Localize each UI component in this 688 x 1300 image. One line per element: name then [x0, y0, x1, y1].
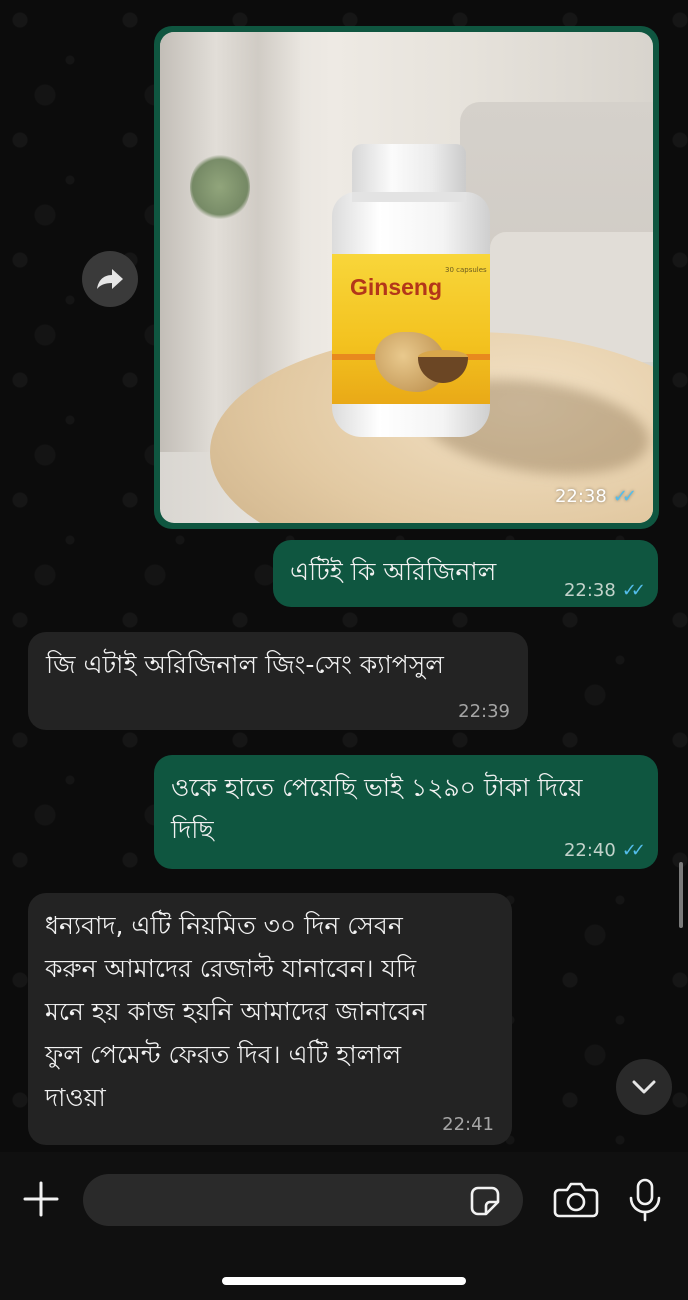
message-line: ওকে হাতে পেয়েছি ভাই ১২৯০ টাকা দিয়ে — [171, 773, 583, 802]
camera-icon — [553, 1182, 599, 1218]
message-line: ফুল পেমেন্ট ফেরত দিব। এটি হালাল — [45, 1040, 402, 1069]
message-time: 22:40 — [563, 840, 616, 861]
message-line: দাওয়া — [45, 1083, 106, 1112]
message-text: জি এটাই অরিজিনাল জিং-সেং ক্যাপসুল — [46, 650, 444, 679]
photo-plant — [190, 152, 250, 222]
incoming-message-bubble[interactable]: ধন্যবাদ, এটি নিয়মিত ৩০ দিন সেবন করুন আম… — [28, 893, 512, 1145]
message-meta: 22:40 ✓✓ — [563, 840, 646, 861]
voice-message-button[interactable] — [626, 1178, 664, 1222]
message-line: ধন্যবাদ, এটি নিয়মিত ৩০ দিন সেবন — [45, 911, 403, 940]
chat-scrollbar[interactable] — [679, 862, 683, 928]
plus-icon — [23, 1181, 59, 1217]
bottle-brand-text: Ginseng — [350, 274, 443, 300]
outgoing-message-bubble[interactable]: ওকে হাতে পেয়েছি ভাই ১২৯০ টাকা দিয়ে দিছ… — [154, 755, 658, 869]
product-photo[interactable]: 30 capsules Ginseng 22:38 ✓✓ — [160, 32, 653, 523]
message-line: দিছি — [171, 815, 214, 844]
message-line: করুন আমাদের রেজাল্ট যানাবেন। যদি — [45, 954, 417, 983]
message-meta: 22:38 ✓✓ — [554, 486, 637, 507]
attach-button[interactable] — [20, 1178, 62, 1220]
message-line: মনে হয় কাজ হয়নি আমাদের জানাবেন — [45, 997, 427, 1026]
forward-button[interactable] — [82, 251, 138, 307]
message-meta: 22:41 — [442, 1114, 494, 1135]
sticker-button[interactable] — [470, 1186, 500, 1216]
incoming-message-bubble[interactable]: জি এটাই অরিজিনাল জিং-সেং ক্যাপসুল 22:39 — [28, 632, 528, 730]
image-message-bubble[interactable]: 30 capsules Ginseng 22:38 ✓✓ — [154, 26, 659, 529]
message-meta: 22:39 — [458, 701, 510, 722]
message-meta: 22:38 ✓✓ — [563, 580, 646, 601]
camera-button[interactable] — [553, 1181, 599, 1219]
message-time: 22:38 — [563, 580, 616, 601]
message-time: 22:38 — [554, 486, 607, 507]
outgoing-message-bubble[interactable]: এটিই কি অরিজিনাল 22:38 ✓✓ — [273, 540, 658, 607]
sticker-icon — [470, 1186, 500, 1216]
chevron-down-icon — [632, 1080, 656, 1094]
message-input[interactable] — [83, 1174, 523, 1226]
message-text: এটিই কি অরিজিনাল — [290, 557, 497, 586]
bottle-cap-ring — [352, 192, 466, 202]
home-indicator[interactable] — [222, 1277, 466, 1285]
double-check-icon: ✓✓ — [621, 580, 646, 601]
message-time: 22:41 — [442, 1114, 494, 1135]
bottle-label-small-text: 30 capsules — [445, 266, 487, 274]
forward-arrow-icon — [97, 269, 123, 289]
double-check-icon: ✓✓ — [612, 486, 637, 507]
message-time: 22:39 — [458, 701, 510, 722]
scroll-to-bottom-button[interactable] — [616, 1059, 672, 1115]
double-check-icon: ✓✓ — [621, 840, 646, 861]
microphone-icon — [629, 1178, 661, 1222]
